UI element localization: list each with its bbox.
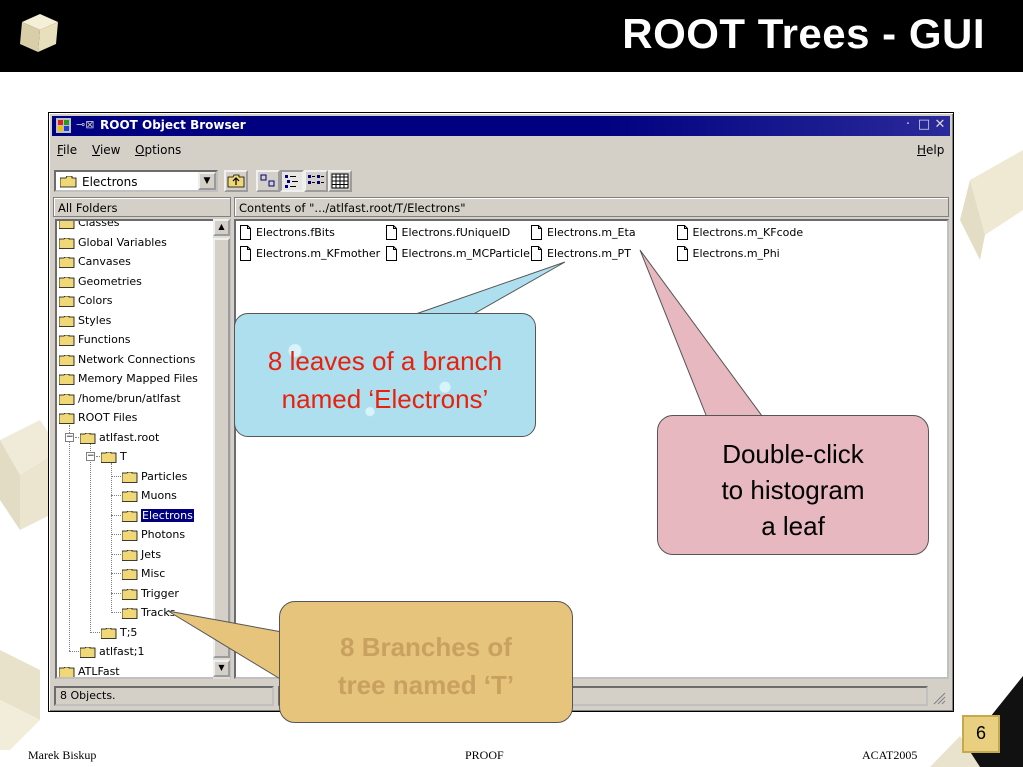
pink-callout-pointer (639, 249, 766, 421)
double-click-line2: to histogram (721, 475, 865, 505)
leaves-callout: 8 leaves of a branch named ‘Electrons’ (234, 313, 536, 437)
branches-callout-line1: 8 Branches of (340, 632, 512, 662)
footer-center: PROOF (465, 748, 504, 762)
gold-callout-pointer (167, 610, 283, 681)
leaves-callout-line2: named ‘Electrons’ (281, 384, 489, 414)
branches-callout-line2: tree named ‘T’ (337, 670, 515, 700)
double-click-callout: Double-click to histogram a leaf (657, 415, 929, 555)
footer-author: Marek Biskup (28, 748, 97, 762)
double-click-line1: Double-click (722, 439, 864, 469)
leaves-callout-line1: 8 leaves of a branch (267, 346, 503, 376)
page-number: 6 (962, 715, 1000, 753)
blue-callout-pointer (409, 261, 566, 317)
footer-conference: ACAT2005 (862, 748, 918, 762)
branches-callout: 8 Branches of tree named ‘T’ (279, 601, 573, 723)
double-click-line3: a leaf (761, 511, 825, 541)
